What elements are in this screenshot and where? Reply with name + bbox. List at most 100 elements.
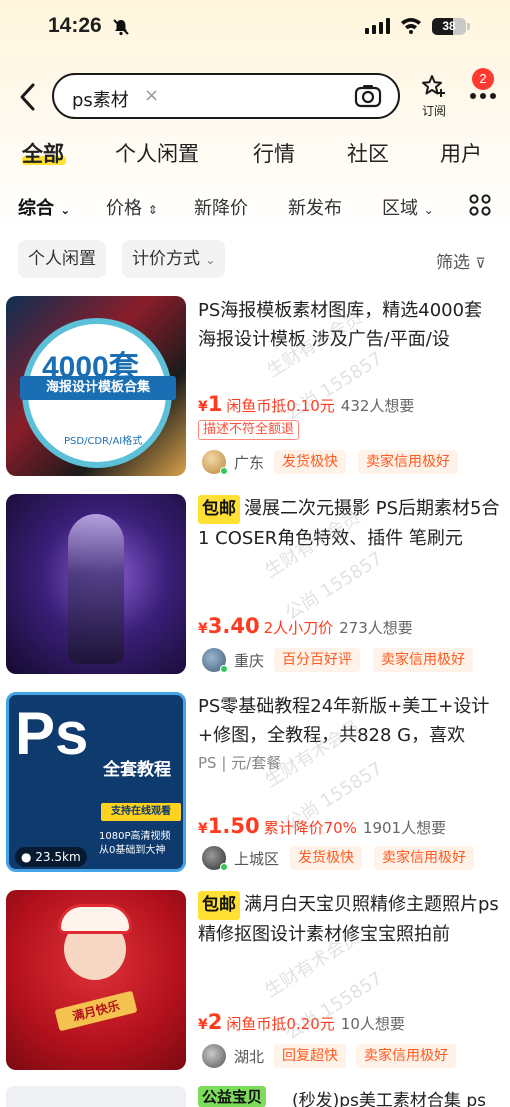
product-title-text-1: PS海报模板素材图库，精选4000套海报设计模板 涉及广告/平面/设 — [198, 300, 483, 350]
subscribe-label: 订阅 — [421, 104, 446, 118]
product-image-1[interactable]: 4000套 海报设计模板合集 PSD/CDR/AI格式 — [6, 296, 186, 476]
chip-personal-idle[interactable]: 个人闲置 — [18, 240, 106, 278]
next-product-peek[interactable]: 公益宝贝 (秒发)ps美工素材合集 ps — [0, 1086, 510, 1107]
seller-tag-credit: 卖家信用极好 — [373, 648, 473, 672]
funnel-icon: ⊽ — [475, 256, 486, 272]
cell-signal-icon — [365, 18, 390, 34]
chevron-down-icon: ⌄ — [423, 203, 434, 217]
sort-arrows-icon: ⇕ — [147, 203, 158, 217]
price-2: ¥3.40 — [198, 614, 260, 638]
tab-all[interactable]: 全部 — [22, 138, 64, 168]
price-row-2: ¥3.40 2人小刀价 273人想要 — [198, 614, 413, 640]
filter-button[interactable]: 筛选 ⊽ — [436, 248, 486, 273]
camera-search-icon[interactable] — [354, 84, 382, 108]
status-time: 14:26 — [48, 14, 102, 37]
price-3: ¥1.50 — [198, 814, 260, 838]
mute-bell-icon — [113, 19, 129, 36]
product-card-3[interactable]: Ps 全套教程 支持在线观看 1080P高清视频 从0基础到大神 ● 23.5k… — [0, 692, 510, 888]
thumb-ribbon: 海报设计模板合集 — [20, 376, 176, 400]
sort-region[interactable]: 区域 ⌄ — [382, 194, 434, 220]
price-value: 3.40 — [207, 614, 260, 638]
seller-tag-fast-reply: 回复超快 — [274, 1044, 346, 1068]
price-value: 2 — [207, 1010, 223, 1034]
sort-comprehensive[interactable]: 综合 ⌄ — [18, 194, 70, 220]
product-card-1[interactable]: 4000套 海报设计模板合集 PSD/CDR/AI格式 PS海报模板素材图库，精… — [0, 296, 510, 492]
sort-price[interactable]: 价格 ⇕ — [106, 194, 158, 220]
want-count-1: 432人想要 — [340, 397, 415, 415]
seller-city-4: 湖北 — [234, 1048, 265, 1066]
seller-tag-fast-ship: 发货极快 — [274, 450, 346, 474]
sort-price-label: 价格 — [106, 198, 142, 219]
back-arrow-icon[interactable] — [14, 80, 44, 114]
product-image-4[interactable]: 满月快乐 — [6, 890, 186, 1070]
thumb-ps-logo: Ps — [15, 700, 89, 767]
status-bar: 14:26 38 — [0, 0, 510, 56]
charity-tag: 公益宝贝 — [198, 1086, 267, 1107]
thumb-lion-hat — [58, 904, 132, 934]
seller-tag-credit: 卖家信用极好 — [374, 846, 474, 870]
tab-users[interactable]: 用户 — [440, 138, 482, 168]
tab-market[interactable]: 行情 — [253, 138, 295, 168]
seller-tag-credit: 卖家信用极好 — [356, 1044, 456, 1068]
want-count-2: 273人想要 — [339, 619, 413, 637]
price-row-4: ¥2 闲鱼币抵0.20元 10人想要 — [198, 1010, 405, 1036]
notification-badge: 2 — [472, 68, 494, 90]
currency-symbol: ¥ — [198, 821, 208, 837]
sort-bar: 综合 ⌄ 价格 ⇕ 新降价 新发布 区域 ⌄ — [0, 182, 510, 228]
peek-image — [6, 1086, 186, 1107]
distance-text: 23.5km — [35, 850, 81, 864]
product-card-4[interactable]: 满月快乐 包邮 满月白天宝贝照精修主题照片ps精修抠图设计素材修宝宝照拍前 ¥2 闲… — [0, 890, 510, 1086]
tab-community[interactable]: 社区 — [347, 138, 389, 168]
promo-text-1: 闲鱼币抵0.10元 — [226, 397, 335, 415]
star-add-icon — [422, 75, 445, 97]
product-image-2[interactable] — [6, 494, 186, 674]
promo-text-4: 闲鱼币抵0.20元 — [226, 1015, 335, 1033]
seller-city-3: 上城区 — [234, 850, 280, 868]
promo-text-3: 累计降价70% — [263, 819, 357, 837]
tab-personal-idle[interactable]: 个人闲置 — [115, 138, 199, 168]
chevron-down-icon: ⌄ — [60, 203, 71, 217]
currency-symbol: ¥ — [198, 621, 208, 637]
sort-new-price-drop[interactable]: 新降价 — [194, 194, 248, 220]
battery-percent: 38 — [442, 19, 456, 33]
product-title-4[interactable]: 包邮 满月白天宝贝照精修主题照片ps精修抠图设计素材修宝宝照拍前 — [198, 890, 500, 948]
seller-city-2: 重庆 — [234, 652, 265, 670]
seller-city-1: 广东 — [234, 454, 265, 472]
price-1: ¥1 — [198, 392, 222, 416]
product-image-3[interactable]: Ps 全套教程 支持在线观看 1080P高清视频 从0基础到大神 ● 23.5k… — [6, 692, 186, 872]
grid-view-icon[interactable] — [469, 194, 491, 216]
free-shipping-tag-2: 包邮 — [198, 495, 240, 524]
clear-search-icon[interactable]: × — [144, 85, 159, 106]
thumb-format-text: PSD/CDR/AI格式 — [64, 436, 143, 447]
category-tabs: 全部 个人闲置 行情 社区 用户 — [0, 134, 510, 174]
online-dot — [220, 665, 228, 673]
more-dots-icon — [470, 93, 496, 99]
chip-pricing-method[interactable]: 计价方式 ⌄ — [122, 240, 226, 278]
thumb-figure-silhouette — [68, 514, 124, 664]
seller-tag-fast-ship: 发货极快 — [290, 846, 362, 870]
currency-symbol: ¥ — [198, 1017, 208, 1033]
product-title-3[interactable]: PS零基础教程24年新版+美工+设计+修图，全教程，共828 G，喜欢 — [198, 692, 500, 750]
online-dot — [220, 467, 228, 475]
product-title-text-2: 漫展二次元摄影 PS后期素材5合1 COSER角色特效、插件 笔刷元 — [198, 498, 500, 549]
thumb-tutorial-title: 全套教程 — [103, 760, 171, 780]
price-row-3: ¥1.50 累计降价70% 1901人想要 — [198, 814, 446, 840]
sort-new-listing[interactable]: 新发布 — [288, 194, 342, 220]
seller-avatar[interactable] — [202, 1044, 226, 1068]
sort-comprehensive-label: 综合 — [18, 198, 54, 219]
thumb-scroll-banner: 满月快乐 — [54, 990, 138, 1032]
guarantee-tag-1: 描述不符全额退 — [198, 420, 300, 440]
price-row-1: ¥1 闲鱼币抵0.10元 432人想要 — [198, 392, 414, 418]
product-title-1[interactable]: PS海报模板素材图库，精选4000套海报设计模板 涉及广告/平面/设 — [198, 296, 500, 354]
wifi-icon — [401, 18, 421, 34]
peek-title: (秒发)ps美工素材合集 ps — [292, 1091, 486, 1107]
product-title-text-3: PS零基础教程24年新版+美工+设计+修图，全教程，共828 G，喜欢 — [198, 696, 490, 746]
thumb-online-banner: 支持在线观看 — [101, 803, 181, 821]
subscribe-button[interactable]: 订阅 — [416, 74, 452, 118]
product-title-text-4: 满月白天宝贝照精修主题照片ps精修抠图设计素材修宝宝照拍前 — [198, 894, 499, 945]
battery-cap — [467, 23, 470, 30]
search-input[interactable]: ps素材 × — [52, 73, 400, 119]
product-card-2[interactable]: 包邮 漫展二次元摄影 PS后期素材5合1 COSER角色特效、插件 笔刷元 ¥3.… — [0, 494, 510, 690]
product-title-2[interactable]: 包邮 漫展二次元摄影 PS后期素材5合1 COSER角色特效、插件 笔刷元 — [198, 494, 500, 552]
thumb-distance-badge: ● 23.5km — [15, 847, 87, 867]
